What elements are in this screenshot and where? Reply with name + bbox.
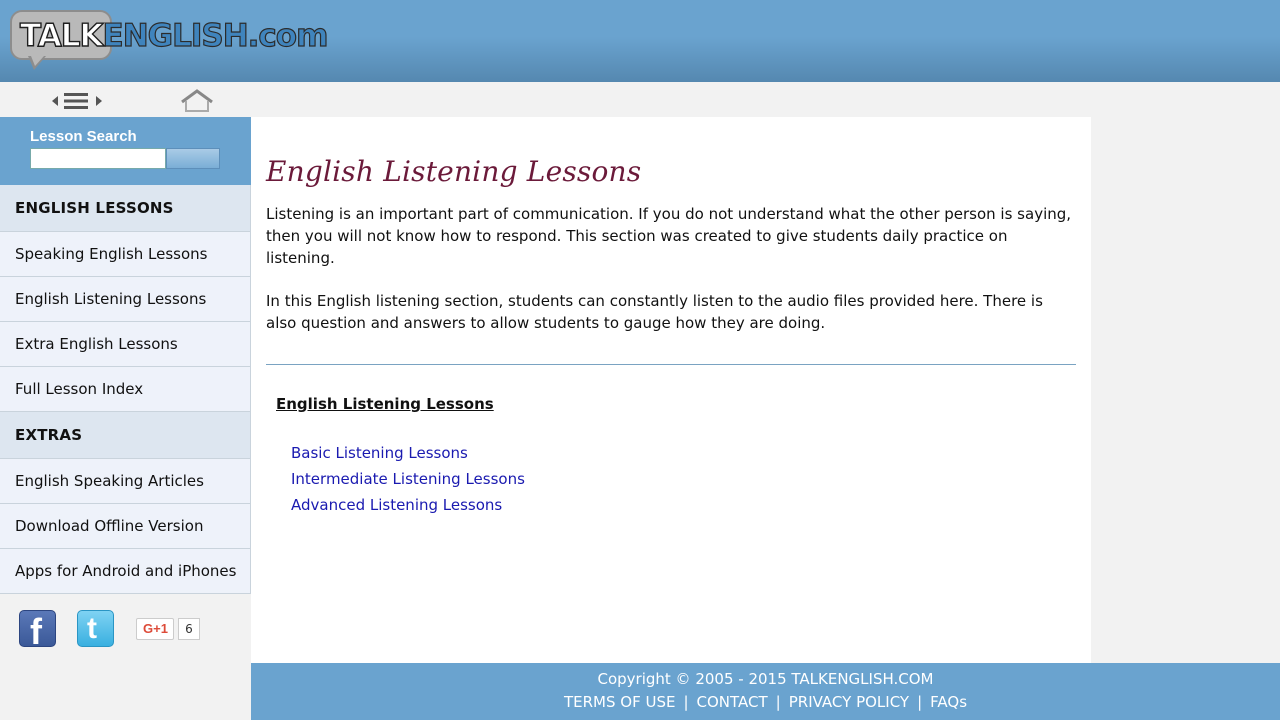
intro-paragraph-1: Listening is an important part of commun… — [266, 205, 1072, 267]
footer-link-contact[interactable]: CONTACT — [697, 693, 768, 711]
main-content: English Listening Lessons Listening is a… — [251, 117, 1091, 663]
lesson-search-label: Lesson Search — [30, 128, 137, 145]
logo-text-talk: TALK — [19, 17, 104, 54]
google-plus-count: 6 — [178, 618, 200, 640]
twitter-letter: t — [87, 612, 97, 645]
footer-link-faqs[interactable]: FAQs — [930, 693, 967, 711]
lessons-subheading[interactable]: English Listening Lessons — [276, 395, 494, 413]
link-intermediate-listening-lessons[interactable]: Intermediate Listening Lessons — [291, 466, 525, 492]
sidebar-section-english-lessons: ENGLISH LESSONS — [0, 185, 251, 232]
link-advanced-listening-lessons[interactable]: Advanced Listening Lessons — [291, 492, 525, 518]
facebook-icon[interactable]: f — [19, 610, 56, 652]
sidebar-item-speaking-english-lessons[interactable]: Speaking English Lessons — [0, 232, 251, 277]
nav-strip — [0, 82, 1091, 117]
footer-link-terms-of-use[interactable]: TERMS OF USE — [564, 693, 675, 711]
link-basic-listening-lessons[interactable]: Basic Listening Lessons — [291, 440, 525, 466]
facebook-letter: f — [30, 611, 42, 652]
home-icon[interactable] — [180, 88, 214, 114]
site-header: TALKENGLISH.com — [0, 0, 1280, 82]
sidebar: Lesson Search ENGLISH LESSONS Speaking E… — [0, 117, 251, 720]
logo-text-english: ENGLISH.com — [102, 17, 329, 54]
footer-separator: | — [683, 693, 689, 711]
social-links: f t G+1 6 — [0, 610, 251, 660]
intro-paragraph-2: In this English listening section, stude… — [266, 292, 1043, 332]
sidebar-item-english-speaking-articles[interactable]: English Speaking Articles — [0, 459, 251, 504]
lesson-links: Basic Listening Lessons Intermediate Lis… — [291, 440, 525, 518]
site-logo[interactable]: TALKENGLISH.com — [10, 10, 330, 74]
footer-separator: | — [775, 693, 781, 711]
sidebar-menu: ENGLISH LESSONS Speaking English Lessons… — [0, 185, 251, 594]
site-footer: Copyright © 2005 - 2015 TALKENGLISH.COM … — [251, 663, 1280, 720]
sidebar-item-english-listening-lessons[interactable]: English Listening Lessons — [0, 277, 251, 322]
footer-copyright: Copyright © 2005 - 2015 TALKENGLISH.COM — [597, 670, 934, 688]
sidebar-item-full-lesson-index[interactable]: Full Lesson Index — [0, 367, 251, 412]
sidebar-item-apps-android-iphones[interactable]: Apps for Android and iPhones — [0, 549, 251, 594]
sidebar-item-download-offline-version[interactable]: Download Offline Version — [0, 504, 251, 549]
lesson-search-button[interactable] — [166, 148, 220, 169]
google-plus-label: G+1 — [143, 621, 168, 636]
sidebar-item-extra-english-lessons[interactable]: Extra English Lessons — [0, 322, 251, 367]
menu-toggle-icon[interactable] — [50, 90, 104, 112]
footer-links: TERMS OF USE | CONTACT | PRIVACY POLICY | FAQs — [251, 693, 1280, 711]
sidebar-section-extras: EXTRAS — [0, 412, 251, 459]
page-title: English Listening Lessons — [266, 155, 642, 188]
logo-bubble-tail-inner — [31, 56, 44, 66]
footer-link-privacy-policy[interactable]: PRIVACY POLICY — [789, 693, 909, 711]
google-plus-button[interactable]: G+1 — [136, 618, 174, 640]
lesson-search-input[interactable] — [30, 148, 166, 169]
logo-text: TALKENGLISH.com — [19, 16, 329, 56]
twitter-icon[interactable]: t — [77, 610, 114, 647]
footer-separator: | — [917, 693, 923, 711]
content-divider — [266, 364, 1076, 365]
lesson-search: Lesson Search — [0, 117, 251, 185]
